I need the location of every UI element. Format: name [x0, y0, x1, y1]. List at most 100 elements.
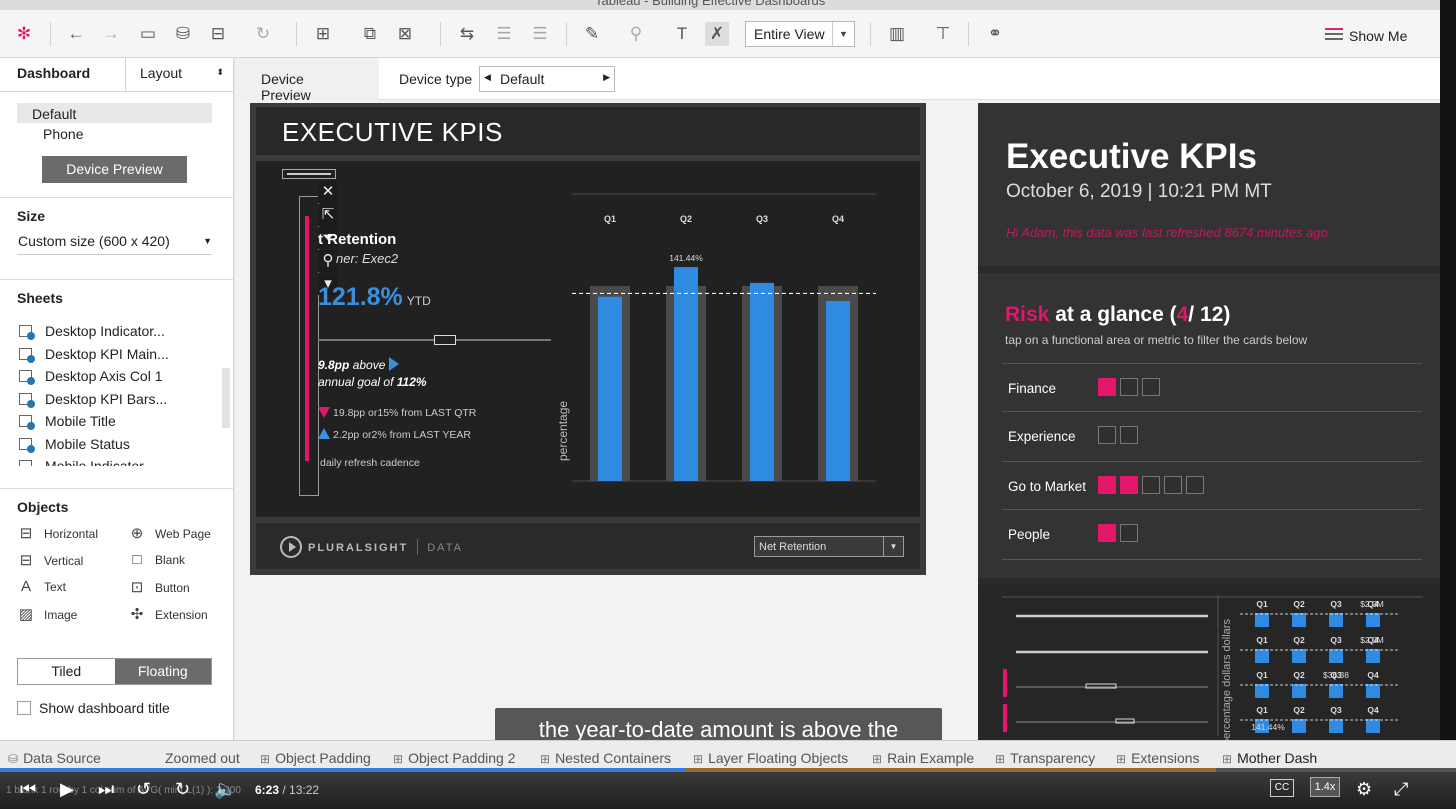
highlight-icon[interactable]: ✎: [580, 22, 604, 46]
swap-icon[interactable]: ⇆: [455, 22, 479, 46]
sheet-item[interactable]: Mobile Status: [17, 433, 222, 456]
risk-row-label[interactable]: Finance: [1008, 381, 1056, 396]
device-preview-button[interactable]: Device Preview: [42, 156, 187, 183]
volume-icon[interactable]: 🔈: [214, 779, 236, 800]
risk-metric-square[interactable]: [1098, 476, 1116, 494]
pause-updates-icon[interactable]: ⊟: [206, 22, 230, 46]
risk-metric-square[interactable]: [1120, 426, 1138, 444]
sheet-item[interactable]: Desktop KPI Main...: [17, 343, 222, 366]
settings-gear-icon[interactable]: ⚙: [1356, 779, 1372, 800]
skip-forward-icon[interactable]: ⏭: [98, 779, 114, 800]
mini-bar[interactable]: [1292, 719, 1306, 733]
mini-bar[interactable]: [1366, 613, 1380, 627]
sheet-item[interactable]: Mobile Title: [17, 410, 222, 433]
show-title-option[interactable]: Show dashboard title: [17, 700, 170, 716]
back-icon[interactable]: ←: [64, 22, 88, 46]
risk-metric-square[interactable]: [1098, 426, 1116, 444]
mini-bar[interactable]: [1366, 719, 1380, 733]
chevron-left-icon[interactable]: ◀: [484, 72, 491, 83]
group-icon[interactable]: ⚲: [624, 22, 648, 46]
kpi-slider-knob[interactable]: [434, 335, 456, 345]
device-type-select[interactable]: ◀ Default ▶: [479, 66, 615, 92]
pin-icon[interactable]: ⚲: [318, 250, 338, 272]
floating-object-frame[interactable]: [299, 196, 319, 496]
speed-button[interactable]: 1.4x: [1310, 777, 1340, 797]
mini-bar[interactable]: [1292, 613, 1306, 627]
device-phone[interactable]: Phone: [17, 123, 212, 143]
duplicate-sheet-icon[interactable]: ⧉: [358, 22, 382, 46]
show-title-checkbox[interactable]: [17, 701, 31, 715]
close-icon[interactable]: ✕: [318, 181, 338, 203]
show-me-button[interactable]: Show Me: [1325, 25, 1407, 44]
sort-descending-icon[interactable]: ☰: [528, 22, 552, 46]
tab-layout[interactable]: Layout ⬍: [125, 58, 233, 92]
object-web-page[interactable]: ⊕ Web Page: [128, 524, 211, 542]
sheet-tab[interactable]: ⊞ Object Padding 2: [393, 750, 515, 766]
tab-dashboard[interactable]: Dashboard: [17, 65, 90, 81]
fullscreen-icon[interactable]: ⤢: [1394, 779, 1408, 800]
risk-metric-square[interactable]: [1098, 378, 1116, 396]
mini-bar[interactable]: [1366, 684, 1380, 698]
metric-filter-dropdown[interactable]: Net Retention ▼: [754, 536, 904, 557]
risk-metric-square[interactable]: [1120, 378, 1138, 396]
new-data-source-icon[interactable]: ⛁: [171, 22, 195, 46]
labels-icon[interactable]: T: [670, 22, 694, 46]
size-dropdown[interactable]: Custom size (600 x 420) ▼: [17, 233, 212, 255]
sort-ascending-icon[interactable]: ☰: [492, 22, 516, 46]
sheet-tab[interactable]: ⊞ Object Padding: [260, 750, 371, 766]
save-icon[interactable]: ▭: [136, 22, 160, 46]
object-vertical[interactable]: ⊟ Vertical: [17, 551, 84, 569]
fix-axes-icon[interactable]: ✗: [705, 22, 729, 46]
sheet-item[interactable]: Mobile Indicator...: [17, 455, 222, 466]
tableau-logo-icon[interactable]: ✻: [12, 22, 36, 46]
share-icon[interactable]: ⚭: [983, 22, 1007, 46]
object-horizontal[interactable]: ⊟ Horizontal: [17, 524, 98, 542]
sheet-item[interactable]: Desktop Axis Col 1: [17, 365, 222, 388]
device-default[interactable]: Default: [17, 103, 212, 123]
sheets-scrollbar[interactable]: [222, 368, 230, 428]
sheet-tab[interactable]: ⊞ Layer Floating Objects: [693, 750, 848, 766]
object-extension[interactable]: ✣ Extension: [128, 605, 208, 623]
play-icon[interactable]: ▶: [60, 779, 74, 800]
sheet-tab[interactable]: ⛁ Data Source: [8, 750, 101, 766]
fit-dropdown[interactable]: Entire View ▼: [745, 21, 855, 47]
risk-metric-square[interactable]: [1164, 476, 1182, 494]
mini-bar[interactable]: [1329, 613, 1343, 627]
captions-button[interactable]: CC: [1270, 779, 1294, 797]
open-sheet-icon[interactable]: ⇱: [318, 204, 338, 226]
forward-10-icon[interactable]: ↻: [175, 779, 190, 800]
risk-metric-square[interactable]: [1186, 476, 1204, 494]
floating-button[interactable]: Floating: [114, 659, 211, 684]
mini-bar[interactable]: [1292, 684, 1306, 698]
sheet-item[interactable]: Desktop KPI Bars...: [17, 388, 222, 411]
risk-metric-square[interactable]: [1098, 524, 1116, 542]
sheet-item[interactable]: Desktop Indicator...: [17, 320, 222, 343]
value-bar[interactable]: [598, 296, 622, 481]
risk-metric-square[interactable]: [1120, 524, 1138, 542]
sheet-tab[interactable]: Zoomed out: [165, 750, 240, 766]
clear-sheet-icon[interactable]: ⊠: [393, 22, 417, 46]
tiled-button[interactable]: Tiled: [18, 659, 115, 684]
mini-bar[interactable]: [1329, 684, 1343, 698]
mini-bar[interactable]: [1255, 613, 1269, 627]
refresh-icon[interactable]: ↻: [251, 22, 275, 46]
risk-metric-square[interactable]: [1142, 378, 1160, 396]
risk-row-label[interactable]: Experience: [1008, 429, 1076, 444]
risk-metric-square[interactable]: [1142, 476, 1160, 494]
object-button[interactable]: ⊡ Button: [128, 578, 190, 596]
mini-bar[interactable]: [1255, 649, 1269, 663]
mini-bar[interactable]: [1366, 649, 1380, 663]
sheet-tab[interactable]: ⊞ Extensions: [1116, 750, 1200, 766]
value-bar[interactable]: [750, 282, 774, 481]
object-image[interactable]: ▨ Image: [17, 605, 77, 623]
presentation-mode-icon[interactable]: ⊤: [931, 22, 955, 46]
mini-bar[interactable]: [1329, 719, 1343, 733]
sheet-tab[interactable]: ⊞ Nested Containers: [540, 750, 671, 766]
mini-bar[interactable]: [1292, 649, 1306, 663]
chevron-right-icon[interactable]: ▶: [603, 72, 610, 83]
value-bar[interactable]: [674, 267, 698, 481]
show-cards-icon[interactable]: ▥: [885, 22, 909, 46]
risk-row-label[interactable]: People: [1008, 527, 1050, 542]
mini-bar[interactable]: [1329, 649, 1343, 663]
sheet-tab[interactable]: ⊞ Transparency: [995, 750, 1095, 766]
